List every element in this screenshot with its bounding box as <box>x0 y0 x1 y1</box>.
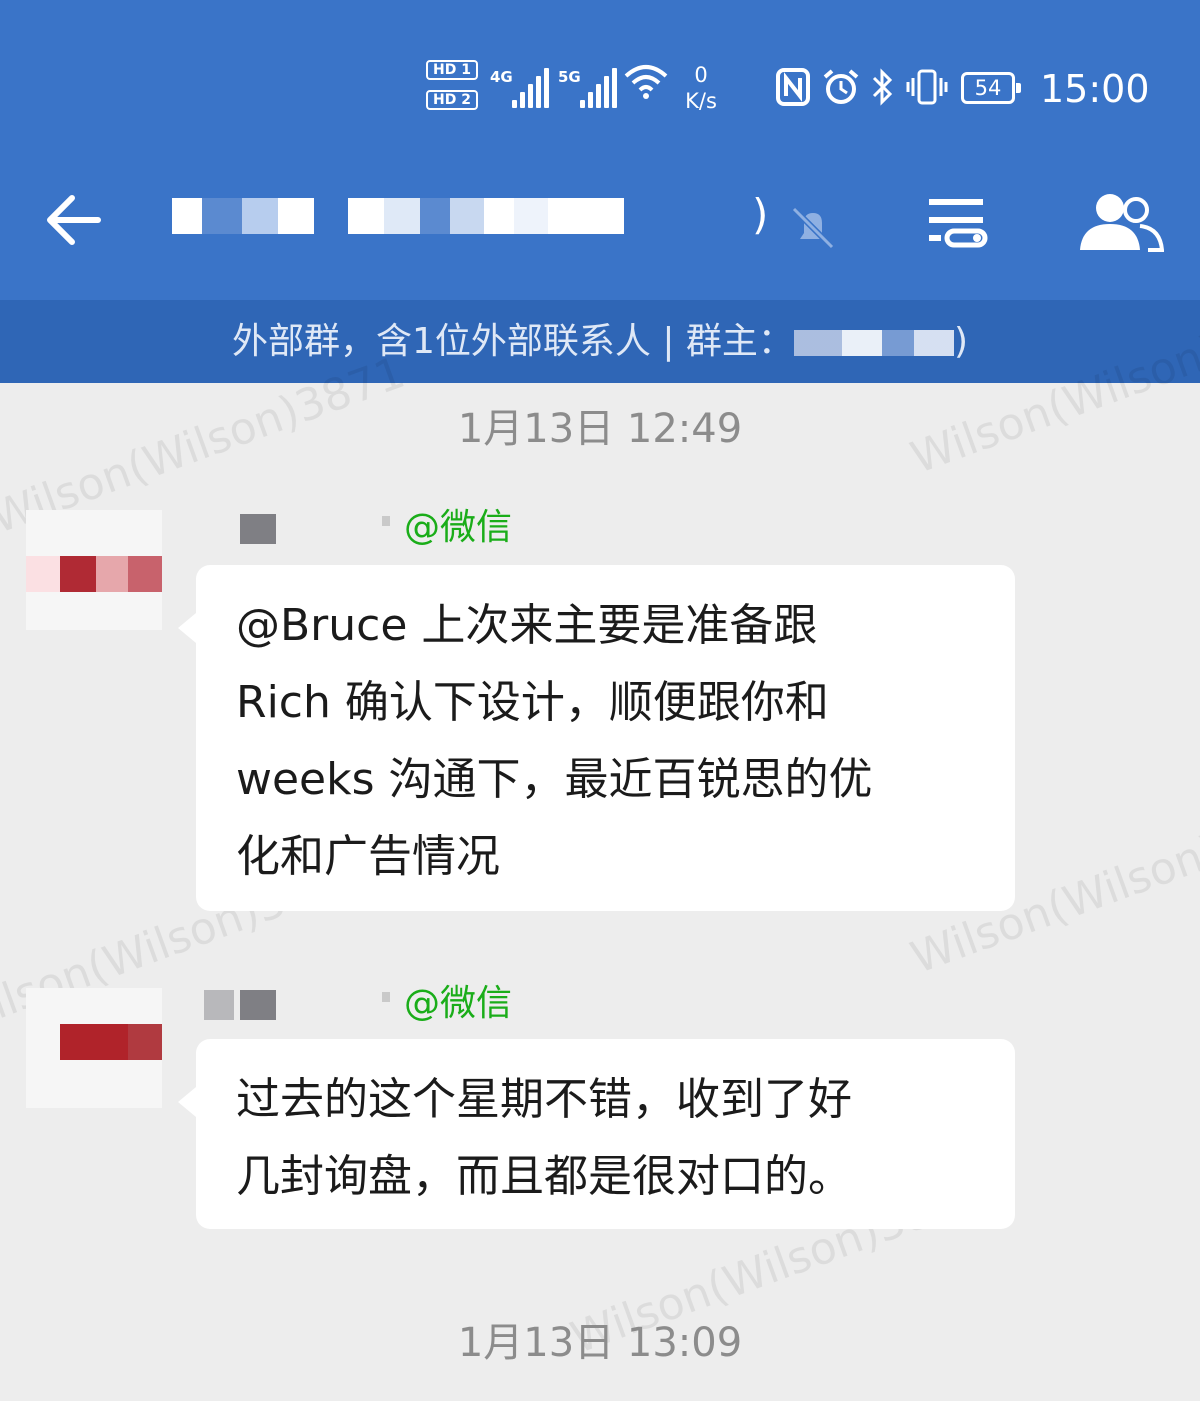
message-timestamp: 1月13日 12:49 <box>457 406 743 452</box>
battery-indicator: 54 <box>961 72 1021 104</box>
message-line: Rich 确认下设计，顺便跟你和 <box>236 677 829 728</box>
network-type-2: 5G <box>558 68 581 86</box>
wechat-tag: @微信 <box>404 507 513 548</box>
wechat-tag: @微信 <box>404 983 513 1024</box>
wifi-icon <box>624 62 668 109</box>
status-bar: HD 1 HD 2 4G 5G 0 K/s 54 15:00 <box>0 0 1200 150</box>
members-icon[interactable] <box>1078 190 1165 252</box>
bluetooth-icon <box>868 68 898 115</box>
message-line: weeks 沟通下，最近百锐思的优 <box>236 754 873 805</box>
network-speed: 0 K/s <box>685 63 717 113</box>
back-button[interactable] <box>30 180 120 260</box>
owner-name-redacted <box>793 330 954 356</box>
signal-icon-2: 5G <box>558 68 618 108</box>
mute-bell-icon <box>788 205 838 250</box>
avatar[interactable] <box>26 988 162 1108</box>
group-title-suffix: ) <box>752 190 769 239</box>
avatar[interactable] <box>26 510 162 630</box>
message-timestamp: 1月13日 13:09 <box>457 1320 743 1366</box>
message-bubble[interactable]: 过去的这个星期不错，收到了好 几封询盘，而且都是很对口的。 <box>178 1039 1015 1229</box>
external-group-notice[interactable]: 外部群，含1位外部联系人 | 群主：) <box>0 300 1200 383</box>
back-arrow-icon <box>47 195 101 245</box>
message-line: @Bruce 上次来主要是准备跟 <box>236 600 818 651</box>
alarm-icon <box>822 68 860 115</box>
message-line: 过去的这个星期不错，收到了好 <box>236 1074 852 1125</box>
message-line: 几封询盘，而且都是很对口的。 <box>236 1151 852 1202</box>
clock: 15:00 <box>1040 67 1150 111</box>
hd2-badge: HD 2 <box>426 90 478 110</box>
notice-text: 外部群，含1位外部联系人 | 群主： <box>232 321 794 362</box>
group-title[interactable] <box>172 198 722 234</box>
vibrate-icon <box>905 68 949 115</box>
hd1-badge: HD 1 <box>426 60 478 80</box>
hd-indicators: HD 1 HD 2 <box>426 60 478 120</box>
notice-suffix: ) <box>953 321 968 362</box>
message-line: 化和广告情况 <box>236 831 500 882</box>
network-type-1: 4G <box>490 68 513 86</box>
message-bubble[interactable]: @Bruce 上次来主要是准备跟 Rich 确认下设计，顺便跟你和 weeks … <box>178 565 1015 911</box>
signal-icon-1: 4G <box>490 68 550 108</box>
nfc-icon <box>776 68 810 115</box>
group-menu-icon[interactable] <box>925 195 991 253</box>
